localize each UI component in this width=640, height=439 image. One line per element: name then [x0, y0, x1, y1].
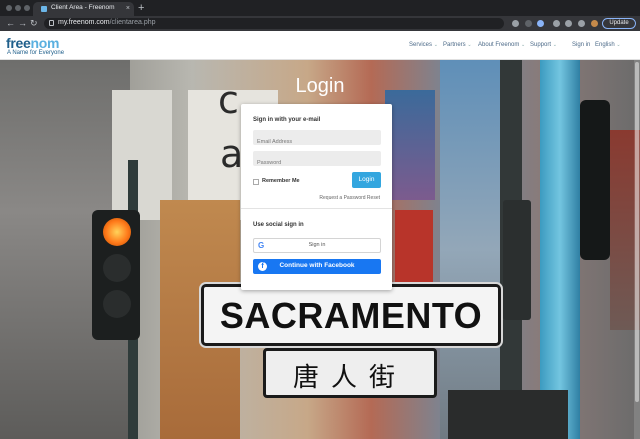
extension-icon[interactable] — [553, 20, 560, 27]
reload-button[interactable]: ↻ — [30, 17, 38, 30]
facebook-sign-in-button[interactable]: f Continue with Facebook — [253, 259, 381, 274]
nav-label: Services — [409, 42, 433, 48]
sidebar-icon[interactable] — [578, 20, 585, 27]
web-page: freenom A Name for Everyone Services ⌄ P… — [0, 31, 640, 439]
nav-language[interactable]: English ⌄ — [595, 42, 621, 48]
password-reset-link[interactable]: Request a Password Reset — [319, 195, 380, 201]
remember-me-checkbox[interactable] — [253, 179, 259, 185]
password-input[interactable] — [253, 155, 381, 171]
back-button[interactable]: ← — [6, 17, 15, 30]
email-field[interactable] — [253, 130, 381, 150]
share-icon[interactable] — [525, 20, 532, 27]
email-section-label: Sign in with your e-mail — [253, 117, 321, 123]
nav-label: Support — [530, 42, 552, 48]
sign-text: 唐人街 — [292, 363, 407, 393]
section-divider — [241, 208, 392, 209]
nav-label: English — [595, 42, 615, 48]
tab-title: Client Area - Freenom — [51, 4, 115, 11]
password-field[interactable] — [253, 151, 381, 171]
active-tab[interactable]: Client Area - Freenom × — [33, 2, 134, 16]
address-bar[interactable]: my.freenom.com/clientarea.php — [44, 18, 504, 29]
login-card: Sign in with your e-mail Remember Me Log… — [241, 104, 392, 290]
photo-banner — [385, 90, 435, 200]
update-button[interactable]: Update — [602, 18, 636, 29]
site-header: freenom A Name for Everyone Services ⌄ P… — [0, 31, 640, 60]
url-text: my.freenom.com/clientarea.php — [58, 19, 156, 26]
chevron-down-icon: ⌄ — [552, 42, 557, 48]
chevron-down-icon: ⌄ — [521, 42, 526, 48]
nav-about[interactable]: About Freenom ⌄ — [478, 42, 525, 48]
page-title: Login — [295, 75, 345, 97]
browser-window: Client Area - Freenom × + ← → ↻ my.freen… — [0, 0, 640, 439]
scrollbar-thumb[interactable] — [635, 62, 639, 402]
tab-close-icon[interactable]: × — [126, 3, 130, 15]
traffic-light-lamp-icon — [103, 290, 131, 318]
chinatown-street-sign: 唐人街 — [263, 348, 437, 398]
logo-part-a: free — [6, 35, 31, 51]
facebook-button-label: Continue with Facebook — [279, 262, 355, 269]
login-button[interactable]: Login — [352, 172, 381, 188]
chevron-down-icon: ⌄ — [433, 42, 438, 48]
window-close-dot[interactable] — [6, 5, 12, 11]
nav-partners[interactable]: Partners ⌄ — [443, 42, 472, 48]
lock-icon — [49, 20, 54, 26]
sign-text: SACRAMENTO — [219, 295, 483, 336]
nav-label: About Freenom — [478, 42, 520, 48]
storefront-letter-a: a — [220, 132, 244, 176]
bookmark-star-icon[interactable] — [537, 20, 544, 27]
nav-label: Partners — [443, 42, 466, 48]
remember-me-label[interactable]: Remember Me — [262, 178, 300, 184]
url-path: /clientarea.php — [109, 19, 156, 26]
chevron-down-icon: ⌄ — [467, 42, 472, 48]
logo-part-b: nom — [30, 35, 60, 51]
url-host: my.freenom.com — [58, 19, 110, 26]
freenom-logo[interactable]: freenom — [6, 35, 59, 51]
photo-traffic-light-right — [580, 100, 610, 260]
freenom-favicon-icon — [41, 6, 47, 12]
google-button-label: Sign in — [308, 242, 326, 248]
google-sign-in-button[interactable]: G Sign in — [253, 238, 381, 253]
nav-support[interactable]: Support ⌄ — [530, 42, 557, 48]
new-tab-button[interactable]: + — [138, 1, 144, 15]
browser-toolbar: ← → ↻ my.freenom.com/clientarea.php Upda… — [0, 16, 640, 31]
photo-blue-pole — [540, 60, 580, 439]
nav-label: Sign in — [572, 42, 591, 48]
page-scrollbar[interactable] — [634, 60, 640, 439]
traffic-light-lamp-icon — [103, 254, 131, 282]
photo-street-box — [448, 390, 568, 439]
nav-services[interactable]: Services ⌄ — [409, 42, 438, 48]
nav-sign-in[interactable]: Sign in — [572, 42, 590, 48]
social-section-label: Use social sign in — [253, 222, 304, 228]
tab-strip: Client Area - Freenom × + — [0, 0, 640, 16]
email-input[interactable] — [253, 134, 381, 150]
puzzle-extensions-icon[interactable] — [565, 20, 572, 27]
window-zoom-dot[interactable] — [24, 5, 30, 11]
google-lens-icon[interactable] — [512, 20, 519, 27]
profile-avatar[interactable] — [591, 20, 598, 27]
photo-red-lantern — [395, 210, 433, 290]
sacramento-street-sign: SACRAMENTO — [201, 284, 501, 346]
photo-signal-box — [503, 200, 531, 320]
photo-blue-building — [440, 60, 500, 439]
site-tagline: A Name for Everyone — [7, 50, 65, 56]
window-minimize-dot[interactable] — [15, 5, 21, 11]
forward-button[interactable]: → — [18, 17, 27, 30]
chevron-down-icon: ⌄ — [616, 42, 621, 48]
traffic-light-amber-icon — [103, 218, 131, 246]
